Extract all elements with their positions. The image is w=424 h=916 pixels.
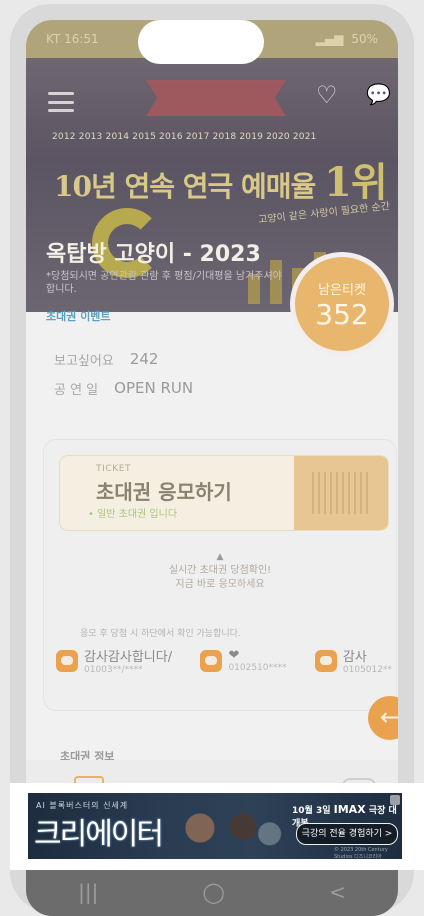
- heart-icon[interactable]: ♡: [316, 82, 342, 108]
- recents-button[interactable]: |||: [78, 880, 98, 904]
- info-row-wishlist: 보고싶어요 242: [54, 350, 193, 369]
- system-nav-bar: ||| ◯ <: [26, 868, 398, 916]
- winner-name: ❤: [228, 648, 240, 663]
- show-title: 옥탑방 고양이 - 2023: [46, 242, 261, 267]
- ticket-stub: [294, 456, 388, 530]
- show-description: *당첨되시면 공연관람 관람 후 평점/기대평을 남겨주셔야 합니다.: [46, 271, 282, 295]
- hero-rank: 1위: [324, 159, 388, 206]
- menu-icon[interactable]: [48, 92, 74, 112]
- winner-item: 감사감사합니다/ 01003**/****: [56, 646, 172, 675]
- badge-label: 남은티켓: [318, 283, 366, 298]
- ad-movie-logo: 크리에이터: [34, 817, 164, 852]
- winner-item: 감사 0105012**: [314, 646, 392, 675]
- ticket-subtitle: • 일반 초대권 입니다: [88, 509, 178, 520]
- info-value: 242: [129, 350, 159, 368]
- winner-chat-icon: [314, 649, 337, 672]
- event-link[interactable]: 초대권 이벤트: [46, 308, 111, 324]
- winner-name: 감사: [342, 650, 367, 665]
- winner-item: ❤ 0102510****: [200, 646, 287, 675]
- chat-icon[interactable]: 💬: [366, 82, 392, 108]
- award-years: 2012 2013 2014 2015 2016 2017 2018 2019 …: [52, 132, 317, 142]
- status-right: ▂▄▆ 50%: [316, 32, 378, 46]
- info-row-dates: 공 연 일 OPEN RUN: [54, 379, 193, 398]
- ribbon-graphic: [146, 80, 286, 116]
- camera-notch: [138, 20, 264, 64]
- winner-chat-icon: [56, 649, 78, 672]
- winner-name: 감사감사합니다/: [84, 650, 173, 665]
- hero-headline-text: 10년 연속 연극 예매율: [54, 170, 316, 203]
- ad-fine-print: © 2023 20th Century Studios 디즈니코리아: [334, 847, 388, 859]
- ticket-small-label: TICKET: [96, 464, 132, 474]
- ad-cta-button[interactable]: 극강의 전율 경험하기 >: [296, 823, 398, 845]
- badge-count: 352: [315, 298, 369, 331]
- apply-ticket-button[interactable]: TICKET 초대권 응모하기 • 일반 초대권 입니다: [60, 456, 388, 530]
- info-key: 보고싶어요: [54, 354, 114, 369]
- back-arrow-button[interactable]: ←: [368, 696, 398, 740]
- ticket-title: 초대권 응모하기: [96, 480, 232, 504]
- ad-banner[interactable]: AI 블록버스터의 신세계 크리에이터 10월 3일 IMAX 극장 대개봉 극…: [28, 793, 402, 859]
- winner-phone: 01003**/****: [84, 665, 143, 675]
- home-button[interactable]: ◯: [203, 880, 225, 904]
- entry-card: TICKET 초대권 응모하기 • 일반 초대권 입니다 ▲ 실시간 초대권 당…: [44, 440, 396, 710]
- live-winner-notice: ▲ 실시간 초대권 당첨확인! 지금 바로 응모하세요: [44, 550, 396, 592]
- show-info: 보고싶어요 242 공 연 일 OPEN RUN: [54, 350, 193, 408]
- winner-list: 감사감사합니다/ 01003**/**** ❤ 0102510**** 감사 0…: [56, 646, 392, 675]
- ad-banner-container: AI 블록버스터의 신세계 크리에이터 10월 3일 IMAX 극장 대개봉 극…: [10, 783, 424, 870]
- ad-info-icon[interactable]: [390, 795, 400, 805]
- entry-note: 응모 후 당첨 시 하단에서 확인 가능합니다.: [80, 629, 241, 639]
- live-line-2: 지금 바로 응모하세요: [175, 579, 265, 590]
- live-line-1: 실시간 초대권 당첨확인!: [168, 565, 272, 576]
- phone-screen: KT 16:51 ▂▄▆ 50% ♡ 💬 2012 2013 2014 2015…: [26, 20, 398, 916]
- signal-icon: ▂▄▆: [315, 32, 344, 46]
- status-carrier-time: KT 16:51: [46, 32, 99, 46]
- winner-chat-icon: [200, 649, 223, 672]
- remaining-tickets-badge: 남은티켓 352: [290, 252, 394, 356]
- battery-level: 50%: [351, 32, 378, 46]
- winner-phone: 0102510****: [228, 663, 287, 673]
- winner-phone: 0105012**: [342, 665, 392, 675]
- info-value: OPEN RUN: [114, 379, 194, 397]
- back-button[interactable]: <: [329, 880, 346, 904]
- ad-cast-image: [164, 799, 284, 857]
- hero-headline: 10년 연속 연극 예매율 1위: [54, 150, 388, 208]
- info-key: 공 연 일: [54, 383, 99, 398]
- up-arrow-icon: ▲: [216, 552, 224, 562]
